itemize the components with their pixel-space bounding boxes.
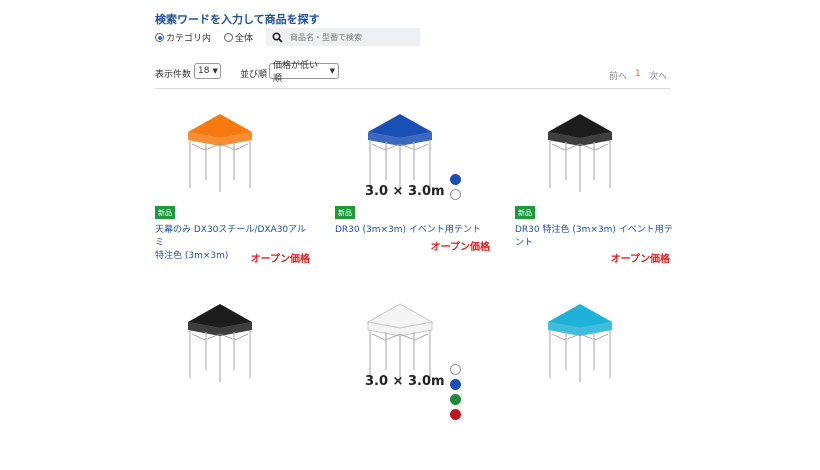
scope-in-category-label: カテゴリ内 bbox=[166, 34, 212, 44]
product-name-link[interactable]: DR30 (3m×3m) イベント用テント bbox=[335, 224, 495, 237]
pager-current-page: 1 bbox=[635, 69, 641, 79]
product-name-line: DR30 (3m×3m) イベント用テント bbox=[335, 225, 481, 235]
color-swatch[interactable] bbox=[450, 189, 461, 200]
color-swatch[interactable] bbox=[450, 379, 461, 390]
color-swatch[interactable] bbox=[450, 174, 461, 185]
search-title: 検索ワードを入力して商品を探す bbox=[155, 13, 320, 26]
pager-next-link[interactable]: 次へ bbox=[649, 69, 667, 82]
product-card[interactable]: 3.0 × 3.0m bbox=[335, 290, 505, 470]
price-label: オープン価格 bbox=[250, 254, 310, 265]
size-label: 3.0 × 3.0m bbox=[365, 184, 445, 199]
scope-all-radio[interactable]: 全体 bbox=[224, 31, 253, 44]
color-swatch[interactable] bbox=[450, 409, 461, 420]
product-card[interactable]: 3.0 × 3.0m 新品 DR30 (3m×3m) イベント用テントオープン価格 bbox=[335, 100, 505, 280]
product-card[interactable]: 新品 天幕のみ DX30スチール/DXA30アルミ 特注色 (3m×3m) オープン価… bbox=[155, 100, 325, 280]
scope-in-category-radio[interactable]: カテゴリ内 bbox=[155, 31, 211, 44]
search-icon[interactable] bbox=[272, 31, 283, 43]
scope-all-label: 全体 bbox=[235, 34, 254, 44]
radio-selected-icon[interactable] bbox=[155, 33, 164, 42]
per-page-select[interactable]: 18 ▼ bbox=[194, 63, 221, 79]
chevron-down-icon: ▼ bbox=[212, 67, 218, 75]
tent-image[interactable] bbox=[530, 290, 630, 390]
color-swatch[interactable] bbox=[450, 364, 461, 375]
product-name-line: DR30 特注色 (3m×3m) イベント用テ bbox=[515, 225, 673, 235]
new-badge: 新品 bbox=[155, 206, 175, 219]
tent-image[interactable] bbox=[170, 100, 270, 200]
tent-image[interactable] bbox=[530, 100, 630, 200]
product-card[interactable] bbox=[515, 290, 685, 470]
price-label: オープン価格 bbox=[430, 242, 490, 253]
sort-label: 並び順 bbox=[240, 70, 268, 80]
search-input[interactable] bbox=[290, 32, 410, 42]
product-name-line: ント bbox=[515, 238, 534, 248]
chevron-down-icon: ▼ bbox=[329, 67, 335, 75]
new-badge: 新品 bbox=[515, 206, 535, 219]
per-page-value: 18 bbox=[198, 66, 210, 76]
per-page-label: 表示件数 bbox=[155, 70, 192, 80]
search-box[interactable] bbox=[266, 28, 420, 46]
sort-select[interactable]: 価格が低い順 ▼ bbox=[269, 61, 339, 84]
price-label: オープン価格 bbox=[610, 254, 670, 265]
size-label: 3.0 × 3.0m bbox=[365, 374, 445, 389]
product-card[interactable] bbox=[155, 290, 325, 470]
sort-value: 価格が低い順 bbox=[273, 61, 319, 84]
pager-prev-link[interactable]: 前へ bbox=[609, 69, 627, 82]
product-name-line: 天幕のみ DX30スチール/DXA30アルミ bbox=[155, 225, 307, 248]
product-card[interactable]: 新品 DR30 特注色 (3m×3m) イベント用テ ントオープン価格 bbox=[515, 100, 685, 280]
radio-unselected-icon[interactable] bbox=[224, 33, 233, 42]
product-name-link[interactable]: DR30 特注色 (3m×3m) イベント用テ ント bbox=[515, 224, 675, 250]
new-badge: 新品 bbox=[335, 206, 355, 219]
tent-image[interactable] bbox=[170, 290, 270, 390]
divider bbox=[155, 88, 670, 89]
